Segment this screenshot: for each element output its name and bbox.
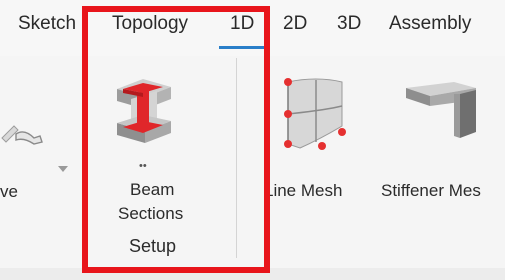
tab-sketch[interactable]: Sketch <box>18 13 76 35</box>
line-mesh-label: Line Mesh <box>264 181 343 200</box>
setup-group-label: Setup <box>129 236 177 256</box>
chevron-down-icon[interactable] <box>58 166 68 172</box>
ribbon-footer <box>0 268 505 280</box>
tool-icon[interactable] <box>0 108 48 159</box>
beam-sections-label-line1: Beam <box>130 180 175 199</box>
tab-3d[interactable]: 3D <box>337 13 361 35</box>
partial-tool-label: ve <box>0 182 18 201</box>
stiffener-mesh-label: Stiffener Mes <box>381 181 481 200</box>
stiffener-mesh-icon[interactable] <box>404 80 480 145</box>
tab-1d[interactable]: 1D <box>230 13 254 35</box>
tab-assembly[interactable]: Assembly <box>389 13 471 35</box>
active-tab-indicator <box>219 46 270 49</box>
beam-sections-icon[interactable] <box>113 75 175 150</box>
ribbon-group-divider <box>236 58 237 258</box>
ribbon-tab-bar: Sketch Topology 1D 2D 3D Assembly <box>0 0 505 56</box>
beam-sections-dots: •• <box>139 160 147 172</box>
line-mesh-icon[interactable] <box>276 74 356 161</box>
beam-sections-label-line2: Sections <box>118 204 184 223</box>
tab-topology[interactable]: Topology <box>112 13 188 35</box>
tab-2d[interactable]: 2D <box>283 13 307 35</box>
